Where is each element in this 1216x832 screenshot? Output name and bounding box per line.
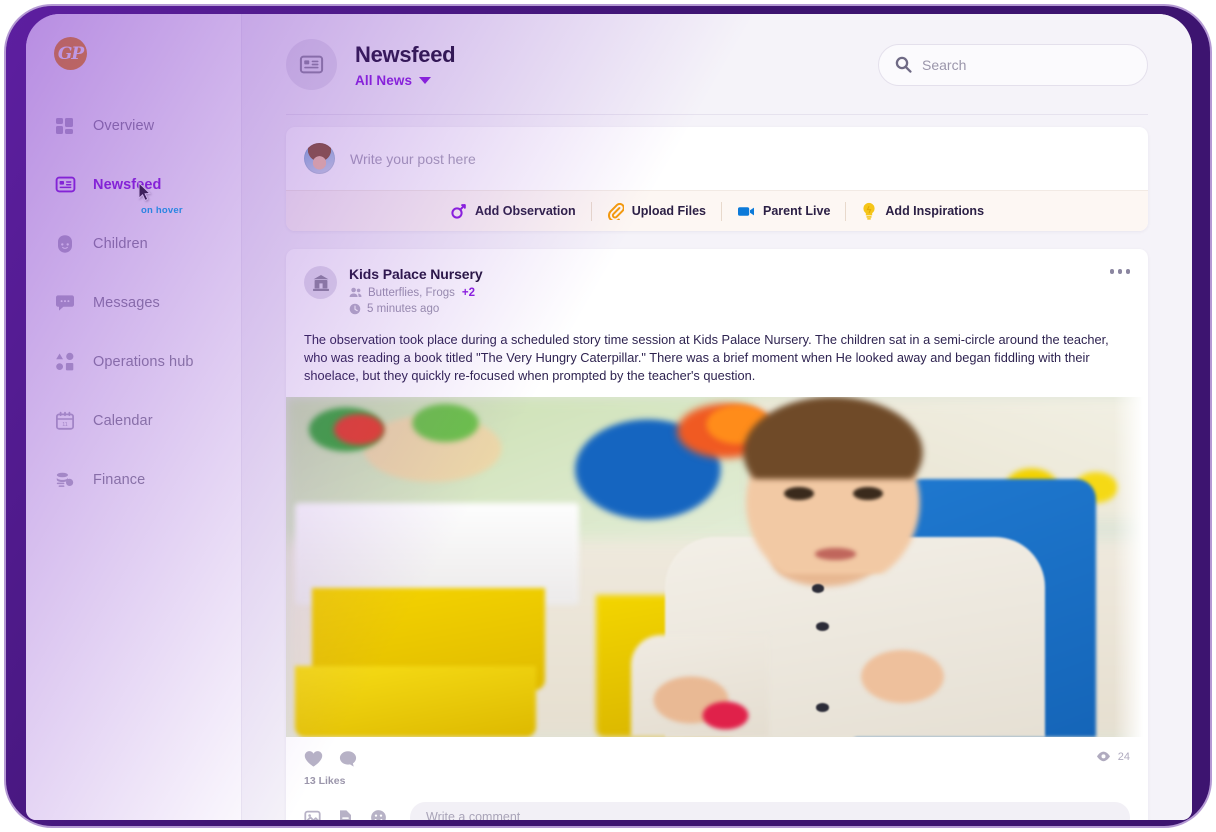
composer-actions: Add Observation Upload Files Parent Live… bbox=[286, 190, 1148, 231]
search-icon bbox=[895, 56, 912, 73]
sidebar-item-newsfeed[interactable]: Newsfeed bbox=[26, 155, 241, 214]
comment-row bbox=[286, 794, 1148, 820]
sidebar-item-label: Calendar bbox=[93, 412, 153, 429]
avatar bbox=[304, 143, 335, 174]
post-time-label: 5 minutes ago bbox=[367, 303, 440, 315]
main-content: Newsfeed All News Search Write your post… bbox=[242, 14, 1192, 820]
sidebar: GP Overview Newsfeed Children Messages O… bbox=[26, 14, 242, 820]
eye-icon bbox=[1096, 750, 1111, 763]
sidebar-item-calendar[interactable]: 11 Calendar bbox=[26, 391, 241, 450]
sidebar-item-messages[interactable]: Messages bbox=[26, 273, 241, 332]
likes-count: 13 Likes bbox=[304, 775, 346, 788]
page-header: Newsfeed All News bbox=[242, 14, 1192, 115]
action-label: Upload Files bbox=[631, 204, 707, 218]
mouse-cursor bbox=[138, 181, 152, 202]
reactions: 13 Likes bbox=[304, 750, 357, 787]
post-rooms: Butterflies, Frogs +2 bbox=[349, 286, 483, 299]
newspaper-icon bbox=[286, 39, 337, 90]
post-composer: Add Observation Upload Files bbox=[286, 127, 1148, 231]
post-time: 5 minutes ago bbox=[349, 303, 483, 315]
svg-text:11: 11 bbox=[62, 422, 68, 428]
action-label: Parent Live bbox=[763, 204, 831, 218]
app-screen: GP Overview Newsfeed Children Messages O… bbox=[26, 14, 1192, 820]
views-count: 24 bbox=[1117, 750, 1130, 763]
newsfeed-list: Add Observation Upload Files bbox=[242, 115, 1192, 820]
post-rooms-label: Butterflies, Frogs bbox=[368, 286, 455, 299]
page-title: Newsfeed bbox=[355, 41, 456, 67]
post-header: Kids Palace Nursery Butterflies, Frogs +… bbox=[286, 249, 1148, 315]
views-counter: 24 bbox=[1096, 750, 1130, 763]
parent-live-button[interactable]: Parent Live bbox=[722, 203, 845, 220]
composer-input-row bbox=[286, 127, 1148, 190]
news-filter-label: All News bbox=[355, 72, 413, 88]
header-titles: Newsfeed All News bbox=[355, 41, 456, 88]
file-icon[interactable] bbox=[338, 809, 353, 820]
emoji-icon[interactable] bbox=[370, 809, 387, 820]
calendar-icon: 11 bbox=[54, 410, 76, 432]
comment-input[interactable] bbox=[426, 810, 1114, 820]
post-photo[interactable] bbox=[286, 397, 1148, 738]
add-inspirations-button[interactable]: Add Inspirations bbox=[846, 202, 999, 220]
reaction-icons bbox=[304, 750, 357, 768]
action-label: Add Observation bbox=[474, 204, 576, 218]
newspaper-icon bbox=[54, 174, 76, 196]
upload-files-button[interactable]: Upload Files bbox=[592, 202, 721, 220]
sidebar-item-label: Messages bbox=[93, 294, 160, 311]
device-frame: GP Overview Newsfeed Children Messages O… bbox=[6, 6, 1210, 826]
sidebar-item-overview[interactable]: Overview bbox=[26, 96, 241, 155]
comment-field[interactable] bbox=[410, 801, 1130, 820]
feed-post: Kids Palace Nursery Butterflies, Frogs +… bbox=[286, 249, 1148, 820]
app-logo[interactable]: GP bbox=[54, 37, 87, 70]
action-label: Add Inspirations bbox=[885, 204, 985, 218]
news-filter-dropdown[interactable]: All News bbox=[355, 73, 455, 88]
comment-icon[interactable] bbox=[339, 750, 357, 768]
post-input[interactable] bbox=[350, 150, 1130, 167]
chevron-down-icon bbox=[419, 76, 432, 84]
sidebar-item-operations-hub[interactable]: Operations hub bbox=[26, 332, 241, 391]
child-icon bbox=[54, 233, 76, 255]
hover-annotation: on hover bbox=[141, 205, 183, 216]
sidebar-nav: Overview Newsfeed Children Messages Oper… bbox=[26, 96, 241, 509]
post-rooms-extra[interactable]: +2 bbox=[462, 287, 475, 299]
search-input[interactable] bbox=[922, 56, 1131, 73]
sidebar-item-finance[interactable]: Finance bbox=[26, 450, 241, 509]
more-options-icon[interactable] bbox=[1109, 269, 1130, 274]
paperclip-icon bbox=[607, 202, 624, 220]
header-divider bbox=[286, 114, 1148, 115]
shapes-icon bbox=[54, 351, 76, 373]
video-icon bbox=[737, 203, 755, 220]
post-body: The observation took place during a sche… bbox=[304, 332, 1109, 384]
nursery-building-icon bbox=[304, 266, 337, 299]
add-observation-button[interactable]: Add Observation bbox=[435, 203, 591, 220]
observation-icon bbox=[450, 203, 467, 220]
heart-icon[interactable] bbox=[304, 750, 323, 768]
post-header-text: Kids Palace Nursery Butterflies, Frogs +… bbox=[349, 266, 483, 315]
sidebar-item-children[interactable]: Children bbox=[26, 214, 241, 273]
post-author: Kids Palace Nursery bbox=[349, 266, 483, 282]
image-icon[interactable] bbox=[304, 809, 321, 820]
grid-icon bbox=[54, 115, 76, 137]
lightbulb-icon bbox=[861, 202, 877, 220]
search-box[interactable] bbox=[878, 43, 1148, 86]
sidebar-item-label: Overview bbox=[93, 117, 155, 134]
sidebar-item-label: Operations hub bbox=[93, 353, 194, 370]
sidebar-item-label: Finance bbox=[93, 471, 146, 488]
post-engagement-bar: 13 Likes 24 bbox=[286, 737, 1148, 794]
finance-icon bbox=[54, 469, 76, 491]
people-icon bbox=[349, 286, 362, 299]
chat-icon bbox=[54, 292, 76, 314]
sidebar-item-label: Children bbox=[93, 235, 148, 252]
clock-icon bbox=[349, 303, 361, 315]
